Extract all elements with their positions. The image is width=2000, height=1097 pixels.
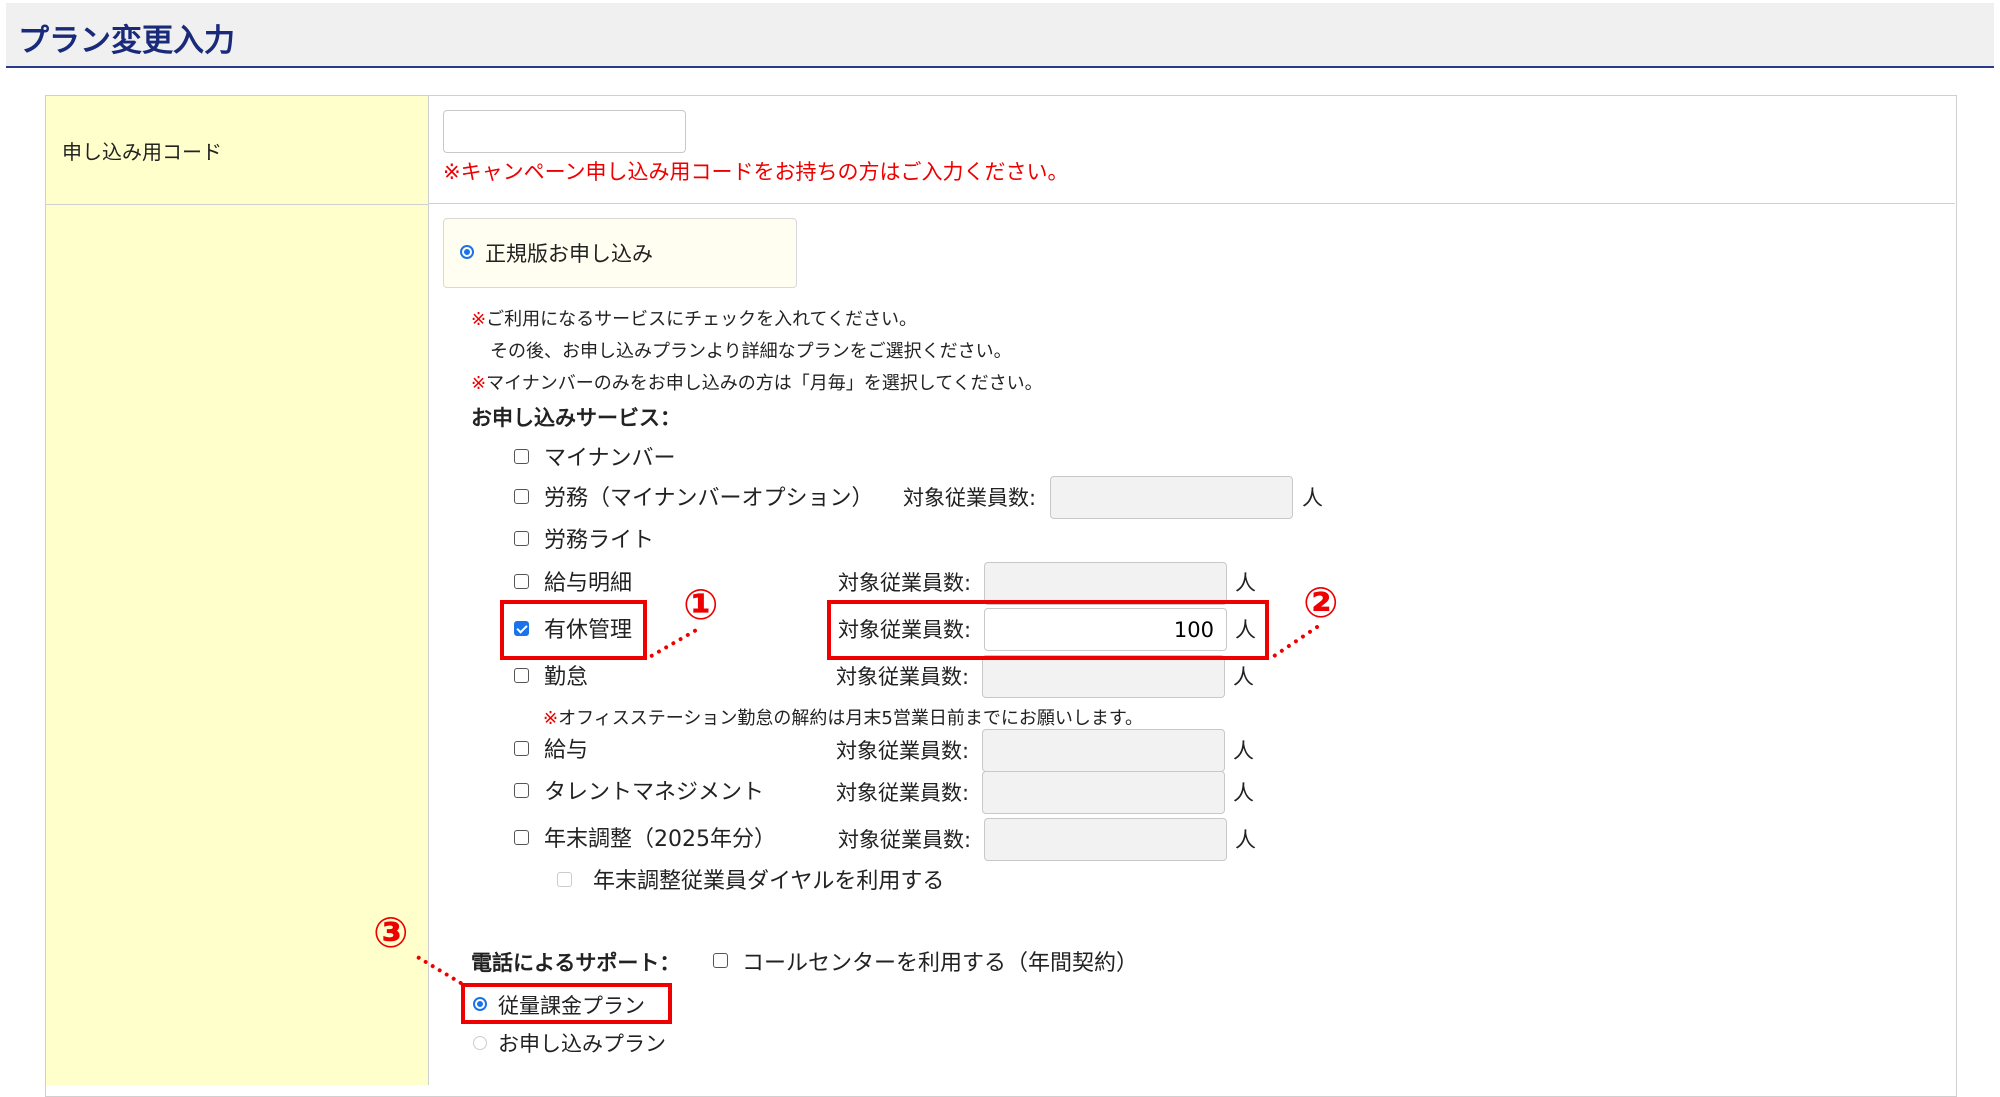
service-roumu-lite-checkbox[interactable] bbox=[514, 531, 529, 546]
callcenter-label: コールセンターを利用する（年間契約） bbox=[742, 951, 1139, 976]
plan-type-label: 正規版お申し込み bbox=[485, 242, 653, 266]
service-payslip-checkbox[interactable] bbox=[514, 574, 529, 589]
highlight-paid-leave bbox=[500, 600, 647, 660]
payslip-count-unit: 人 bbox=[1235, 571, 1256, 595]
talent-count-unit: 人 bbox=[1233, 781, 1254, 805]
roumu-count-label: 対象従業員数: bbox=[903, 486, 1037, 510]
service-label-cell bbox=[46, 205, 429, 1085]
services-heading: お申し込みサービス： bbox=[471, 406, 681, 430]
service-roumu-lite-label: 労務ライト bbox=[544, 528, 655, 553]
payslip-count-input[interactable] bbox=[984, 562, 1227, 605]
instruction-3: ※マイナンバーのみをお申し込みの方は「月毎」を選択してください。 bbox=[471, 373, 1043, 394]
talent-count-input[interactable] bbox=[982, 771, 1225, 814]
service-yearend-checkbox[interactable] bbox=[514, 830, 529, 845]
billing-plan-radio[interactable] bbox=[473, 1036, 487, 1050]
service-payslip-label: 給与明細 bbox=[544, 571, 633, 596]
service-roumu-checkbox[interactable] bbox=[514, 489, 529, 504]
instruction-2: その後、お申し込みプランより詳細なプランをご選択ください。 bbox=[490, 341, 1012, 362]
yearend-count-label: 対象従業員数: bbox=[838, 828, 972, 852]
payroll-count-label: 対象従業員数: bbox=[836, 739, 970, 763]
kintai-count-unit: 人 bbox=[1233, 665, 1254, 689]
service-mynumber-checkbox[interactable] bbox=[514, 449, 529, 464]
service-talent-checkbox[interactable] bbox=[514, 783, 529, 798]
highlight-count bbox=[827, 600, 1269, 660]
service-roumu-label: 労務（マイナンバーオプション） bbox=[544, 486, 874, 511]
annotation-3: ③ bbox=[373, 908, 409, 957]
yearend-count-unit: 人 bbox=[1235, 828, 1256, 852]
service-payroll-label: 給与 bbox=[544, 738, 589, 763]
highlight-billing bbox=[461, 983, 672, 1024]
kintai-note: ※オフィスステーション勤怠の解約は月末5営業日前までにお願いします。 bbox=[543, 708, 1144, 729]
billing-plan-label: お申し込みプラン bbox=[498, 1032, 666, 1056]
page-title: プラン変更入力 bbox=[18, 23, 235, 59]
kintai-count-input[interactable] bbox=[982, 655, 1225, 698]
roumu-count-unit: 人 bbox=[1302, 486, 1323, 510]
yearend-dial-checkbox[interactable] bbox=[557, 872, 572, 887]
service-kintai-label: 勤怠 bbox=[544, 665, 589, 690]
service-mynumber-label: マイナンバー bbox=[544, 446, 676, 471]
campaign-code-input[interactable] bbox=[443, 110, 686, 153]
kintai-count-label: 対象従業員数: bbox=[836, 665, 970, 689]
service-yearend-label: 年末調整（2025年分） bbox=[544, 827, 776, 852]
payroll-count-unit: 人 bbox=[1233, 739, 1254, 763]
yearend-count-input[interactable] bbox=[984, 818, 1227, 861]
talent-count-label: 対象従業員数: bbox=[836, 781, 970, 805]
payslip-count-label: 対象従業員数: bbox=[838, 571, 972, 595]
service-payroll-checkbox[interactable] bbox=[514, 741, 529, 756]
payroll-count-input[interactable] bbox=[982, 729, 1225, 772]
service-kintai-checkbox[interactable] bbox=[514, 668, 529, 683]
phone-support-label: 電話によるサポート： bbox=[471, 951, 681, 975]
annotation-2: ② bbox=[1303, 578, 1339, 627]
service-talent-label: タレントマネジメント bbox=[544, 780, 765, 805]
instruction-1: ※ご利用になるサービスにチェックを入れてください。 bbox=[471, 309, 918, 330]
code-label: 申し込み用コード bbox=[62, 140, 222, 164]
yearend-dial-label: 年末調整従業員ダイヤルを利用する bbox=[593, 869, 945, 894]
page-header: プラン変更入力 bbox=[6, 3, 1994, 68]
campaign-code-notice: ※キャンペーン申し込み用コードをお持ちの方はご入力ください。 bbox=[443, 160, 1069, 184]
row-divider bbox=[428, 203, 1955, 204]
plan-type-radio[interactable] bbox=[460, 245, 474, 259]
roumu-count-input[interactable] bbox=[1050, 476, 1293, 519]
callcenter-checkbox[interactable] bbox=[713, 953, 728, 968]
annotation-1: ① bbox=[683, 580, 719, 629]
